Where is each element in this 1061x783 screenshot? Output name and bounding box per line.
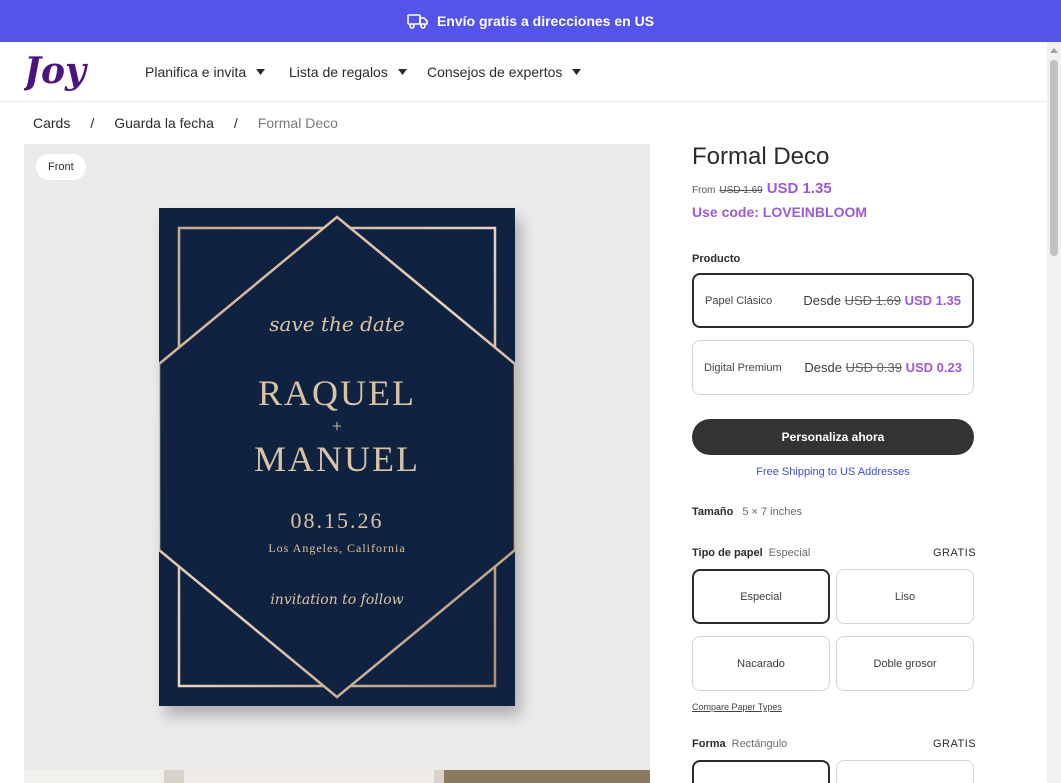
thumbnail-photo[interactable] (444, 770, 650, 783)
product-option-price: Desde USD 0.39 USD 0.23 (804, 360, 962, 375)
nav-item-label: Consejos de expertos (427, 64, 563, 80)
paper-option-liso[interactable]: Liso (836, 569, 974, 624)
card-invitation-to-follow: invitation to follow (270, 592, 404, 608)
nav-item-label: Planifica e invita (145, 64, 247, 80)
shape-option[interactable] (836, 760, 974, 783)
paper-option-doble-grosor[interactable]: Doble grosor (836, 636, 974, 691)
breadcrumb-separator: / (233, 115, 238, 131)
paper-type-label-text: Tipo de papel (692, 547, 763, 559)
product-preview[interactable]: Front save the date RAQUEL + MANUEL 08.1… (24, 144, 650, 770)
old-price: USD 0.39 (845, 360, 902, 375)
current-price: USD 0.23 (905, 360, 962, 375)
promo-bar: Envío gratis a direcciones en US (0, 0, 1061, 42)
size-value: 5 × 7 inches (742, 506, 802, 518)
nav-item-label: Lista de regalos (289, 64, 388, 80)
breadcrumb-cards[interactable]: Cards (33, 115, 70, 131)
thumbnail-paper[interactable] (24, 770, 164, 783)
product-option-name: Digital Premium (704, 361, 782, 374)
product-price-line: From USD 1.69 USD 1.35 (692, 180, 832, 197)
card-design: save the date RAQUEL + MANUEL 08.15.26 L… (159, 208, 515, 706)
shape-free-badge: GRATIS (933, 738, 977, 750)
current-price: USD 1.35 (766, 180, 832, 197)
breadcrumb-current: Formal Deco (257, 115, 338, 131)
free-shipping-link[interactable]: Free Shipping to US Addresses (692, 466, 974, 478)
card-plus: + (331, 416, 343, 436)
joy-logo[interactable]: Joy (18, 50, 94, 94)
producto-label: Producto (692, 253, 741, 265)
chevron-down-icon (397, 69, 407, 75)
promo-text: Envío gratis a direcciones en US (436, 13, 655, 29)
price-from: Desde (803, 293, 841, 308)
old-price: USD 1.69 (719, 185, 763, 196)
product-option-name: Papel Clásico (705, 294, 773, 307)
paper-type-label: Tipo de papel Especial (692, 547, 810, 559)
card-name-1: RAQUEL (258, 373, 416, 413)
truck-icon (407, 13, 429, 29)
paper-free-badge: GRATIS (933, 547, 977, 559)
product-option-digital-premium[interactable]: Digital Premium Desde USD 0.39 USD 0.23 (692, 340, 974, 395)
paper-option-nacarado[interactable]: Nacarado (692, 636, 830, 691)
paper-option-especial[interactable]: Especial (692, 569, 830, 624)
scroll-thumb[interactable] (1050, 60, 1058, 256)
scroll-up-arrow-icon[interactable] (1050, 48, 1058, 53)
card-date: 08.15.26 (290, 508, 384, 533)
front-badge: Front (36, 154, 86, 180)
svg-text:Joy: Joy (24, 50, 88, 92)
shape-label-text: Forma (692, 738, 726, 750)
compare-paper-types-link[interactable]: Compare Paper Types (692, 702, 782, 712)
promo-code: Use code: LOVEINBLOOM (692, 204, 868, 220)
top-nav: Joy Planifica e invita Lista de regalos … (0, 42, 1047, 102)
size-label: Tamaño 5 × 7 inches (692, 506, 802, 518)
page-scrollbar[interactable] (1047, 42, 1061, 783)
personalize-button[interactable]: Personaliza ahora (692, 419, 974, 455)
paper-type-value: Especial (768, 547, 811, 559)
shape-label: Forma Rectángulo (692, 738, 787, 750)
size-label-text: Tamaño (692, 506, 734, 518)
chevron-down-icon (572, 69, 582, 75)
thumbnail-strip[interactable] (24, 770, 650, 783)
price-from: Desde (804, 360, 842, 375)
chevron-down-icon (256, 69, 266, 75)
price-from-label: From (692, 185, 716, 196)
nav-item-consejos[interactable]: Consejos de expertos (427, 64, 582, 80)
product-option-price: Desde USD 1.69 USD 1.35 (803, 293, 961, 308)
card-save-the-date: save the date (269, 312, 405, 336)
old-price: USD 1.69 (844, 293, 901, 308)
shape-option-selected[interactable] (692, 760, 830, 783)
nav-item-planifica[interactable]: Planifica e invita (145, 64, 266, 80)
thumbnail-paper[interactable] (184, 770, 434, 783)
shape-value: Rectángulo (731, 738, 788, 750)
current-price: USD 1.35 (904, 293, 961, 308)
product-option-papel-clasico[interactable]: Papel Clásico Desde USD 1.69 USD 1.35 (692, 273, 974, 328)
breadcrumb-separator: / (90, 115, 95, 131)
nav-item-lista[interactable]: Lista de regalos (289, 64, 407, 80)
product-title: Formal Deco (692, 143, 830, 170)
card-location: Los Angeles, California (268, 541, 406, 555)
card-name-2: MANUEL (254, 439, 420, 479)
breadcrumb: Cards / Guarda la fecha / Formal Deco (33, 115, 338, 131)
breadcrumb-guarda-la-fecha[interactable]: Guarda la fecha (114, 115, 214, 131)
